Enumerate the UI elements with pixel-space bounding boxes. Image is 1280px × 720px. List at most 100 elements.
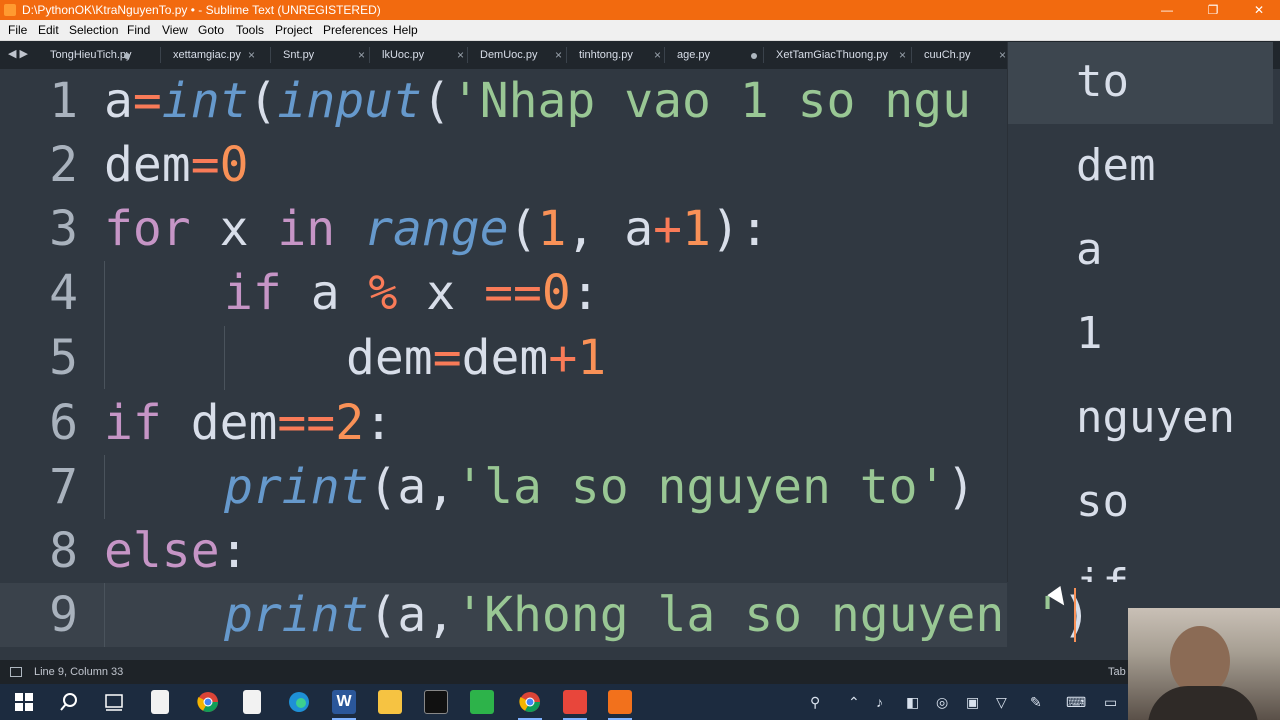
presenter-body: [1148, 686, 1258, 720]
token: 1: [537, 201, 567, 257]
window-titlebar: D:\PythonOK\KtraNguyenTo.py • - Sublime …: [0, 0, 1280, 20]
tab-snt[interactable]: Snt.py ×: [271, 41, 371, 69]
status-bar: Line 9, Column 33 Tab: [0, 660, 1280, 684]
tab-label: tinhtong.py: [579, 49, 633, 61]
token: range: [364, 201, 509, 257]
tab-xettamgiac[interactable]: xettamgiac.py ×: [161, 41, 261, 69]
menu-goto[interactable]: Goto: [198, 20, 224, 40]
tab-label: DemUoc.py: [480, 49, 538, 61]
autocomplete-popup: to dem a 1 nguyen so if: [1007, 42, 1273, 582]
autocomplete-item[interactable]: nguyen: [1008, 378, 1273, 460]
search-icon[interactable]: [57, 690, 81, 714]
panel-toggle-icon[interactable]: [10, 667, 22, 677]
restore-button[interactable]: ❐: [1190, 0, 1236, 20]
menu-preferences[interactable]: Preferences: [323, 20, 388, 40]
file-icon[interactable]: [243, 690, 261, 714]
volume-icon[interactable]: ♪: [876, 694, 883, 710]
pen-icon[interactable]: ✎: [1030, 694, 1042, 711]
token: (a,: [368, 459, 456, 515]
file-icon[interactable]: [151, 690, 169, 714]
tab-close-icon[interactable]: ×: [457, 41, 464, 69]
tab-lkuoc[interactable]: lkUoc.py ×: [370, 41, 470, 69]
tab-label: TongHieuTich.py: [50, 49, 132, 61]
word-icon[interactable]: W: [332, 690, 356, 714]
tab-label: XetTamGiacThuong.py: [776, 49, 888, 61]
menu-project[interactable]: Project: [275, 20, 312, 40]
token: dem: [104, 137, 191, 193]
chevron-up-icon[interactable]: ⌃: [848, 694, 860, 711]
tab-close-icon[interactable]: ×: [358, 41, 365, 69]
autocomplete-item[interactable]: so: [1008, 462, 1273, 544]
menu-find[interactable]: Find: [127, 20, 150, 40]
window-title: D:\PythonOK\KtraNguyenTo.py • - Sublime …: [22, 3, 381, 17]
tab-label: lkUoc.py: [382, 49, 425, 61]
token: 'Nhap vao 1 so ngu: [450, 73, 971, 129]
webcam-overlay: [1128, 608, 1280, 720]
modified-dot-icon[interactable]: [751, 53, 757, 59]
tab-close-icon[interactable]: ×: [654, 41, 661, 69]
file-explorer-icon[interactable]: [378, 690, 402, 714]
chrome-icon[interactable]: [196, 690, 220, 714]
indent-guide: [104, 583, 105, 647]
windows-start-icon[interactable]: [12, 690, 36, 714]
tab-tinhtong[interactable]: tinhtong.py ×: [567, 41, 667, 69]
token: =: [190, 137, 220, 193]
tab-xettamgiacthuong[interactable]: XetTamGiacThuong.py ×: [764, 41, 912, 69]
tab-close-icon[interactable]: ×: [999, 41, 1006, 69]
autocomplete-item[interactable]: dem: [1008, 126, 1273, 208]
people-icon[interactable]: ⚲: [810, 694, 820, 711]
modified-dot-icon[interactable]: [124, 53, 130, 59]
token: (a,: [368, 587, 456, 643]
cursor-position: Line 9, Column 33: [34, 666, 124, 678]
tab-nav-arrows[interactable]: ◀ ▶: [8, 47, 28, 60]
autocomplete-item[interactable]: if: [1008, 546, 1273, 582]
edge-icon[interactable]: [287, 690, 311, 714]
autocomplete-label: a: [1076, 224, 1103, 275]
menu-help[interactable]: Help: [393, 20, 418, 40]
token: print: [224, 459, 369, 515]
token: :: [570, 265, 600, 321]
autocomplete-label: 1: [1076, 308, 1103, 359]
token: 0: [219, 137, 249, 193]
keyboard-icon[interactable]: ⌨: [1066, 694, 1086, 711]
autocomplete-item[interactable]: to: [1008, 42, 1273, 124]
menu-edit[interactable]: Edit: [38, 20, 59, 40]
menu-tools[interactable]: Tools: [236, 20, 264, 40]
notification-icon[interactable]: ▭: [1104, 694, 1117, 711]
autocomplete-item[interactable]: a: [1008, 210, 1273, 292]
token: int: [161, 73, 249, 129]
task-view-icon[interactable]: [102, 690, 126, 714]
vpn-icon[interactable]: ▽: [996, 694, 1007, 711]
close-button[interactable]: ✕: [1236, 0, 1280, 20]
token: 'la so nguyen to': [455, 459, 947, 515]
tab-label: Snt.py: [283, 49, 315, 61]
network-icon[interactable]: ◧: [906, 694, 919, 711]
terminal-icon[interactable]: [424, 690, 448, 714]
menu-selection[interactable]: Selection: [69, 20, 118, 40]
codeblocks-icon[interactable]: [470, 690, 494, 714]
tab-tonghieutich[interactable]: TongHieuTich.py: [38, 41, 138, 69]
token: , a: [566, 201, 654, 257]
tab-close-icon[interactable]: ×: [899, 41, 906, 69]
autocomplete-item[interactable]: 1: [1008, 294, 1273, 376]
tab-size-indicator[interactable]: Tab: [1108, 660, 1126, 684]
line-number: 3: [49, 201, 78, 257]
menu-file[interactable]: File: [8, 20, 27, 40]
tab-age[interactable]: age.py: [665, 41, 765, 69]
camtasia-icon[interactable]: [563, 690, 587, 714]
code-line-3: for x in range(1, a+1):: [104, 197, 769, 261]
tab-demuoc[interactable]: DemUoc.py ×: [468, 41, 568, 69]
tab-close-icon[interactable]: ×: [555, 41, 562, 69]
meet-icon[interactable]: ◎: [936, 694, 948, 711]
chrome-icon[interactable]: [518, 690, 542, 714]
minimize-button[interactable]: —: [1144, 0, 1190, 20]
sublime-text-icon[interactable]: [608, 690, 632, 714]
tab-close-icon[interactable]: ×: [248, 41, 255, 69]
menu-view[interactable]: View: [162, 20, 188, 40]
camera-icon[interactable]: ▣: [966, 694, 979, 711]
token: if: [104, 395, 162, 451]
tab-cuuch[interactable]: cuuCh.py ×: [912, 41, 1012, 69]
sublime-app-icon: [4, 4, 16, 16]
token: :: [364, 395, 393, 451]
